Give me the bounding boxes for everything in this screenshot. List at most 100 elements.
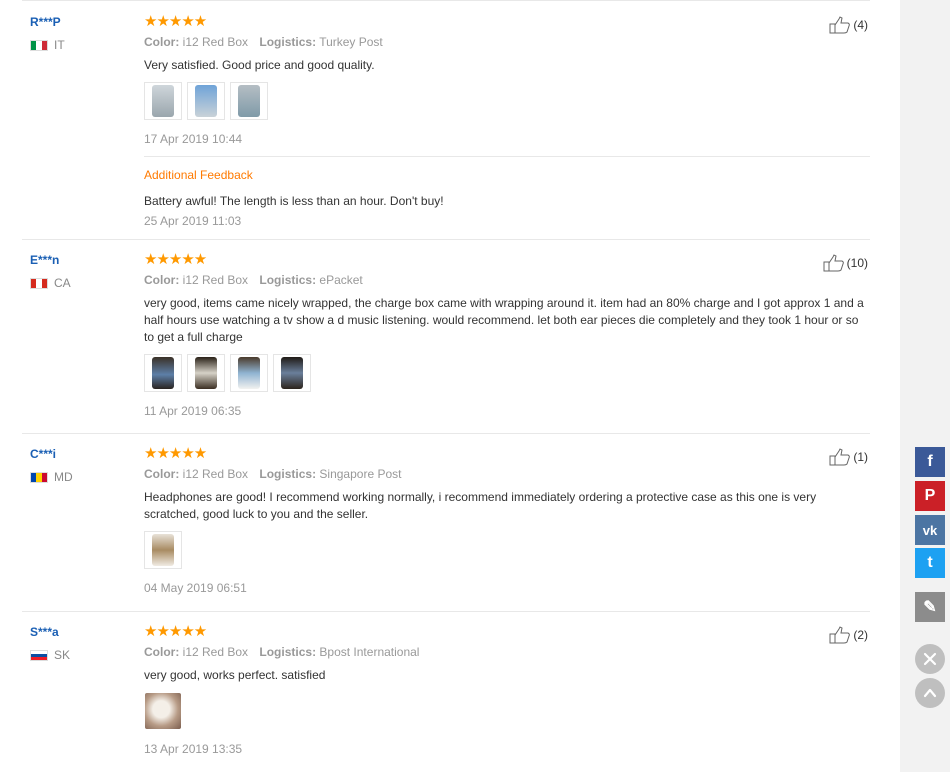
star-rating: ★★★★★ (144, 445, 207, 462)
color-value: i12 Red Box (182, 467, 249, 481)
star-rating: ★★★★★ (144, 13, 207, 30)
review-date: 13 Apr 2019 13:35 (144, 742, 243, 756)
reviewer-info: E***n CA (30, 252, 130, 290)
helpful-button[interactable]: (2) (829, 626, 868, 644)
review-text: Very satisfied. Good price and good qual… (144, 58, 375, 72)
flag-icon (30, 649, 48, 661)
reviewer-name[interactable]: R***P (30, 14, 130, 30)
twitter-icon: t (927, 554, 933, 571)
reviewer-country: SK (30, 648, 130, 662)
logistics-label: Logistics: (259, 35, 317, 49)
reviewer-name[interactable]: C***i (30, 446, 130, 462)
vk-icon: vk (922, 522, 938, 538)
pinterest-icon: P (924, 487, 936, 504)
scroll-top-button[interactable] (915, 678, 945, 708)
review-photo-thumbnail[interactable] (144, 82, 182, 120)
review-text: very good, works perfect. satisfied (144, 668, 326, 682)
vk-share-button[interactable]: vk (915, 515, 945, 545)
close-share-button[interactable] (915, 644, 945, 674)
review-photo-thumbnail[interactable] (144, 692, 182, 730)
color-value: i12 Red Box (182, 645, 249, 659)
logistics-value: Bpost International (319, 645, 420, 659)
facebook-icon: f (927, 453, 933, 470)
edit-icon: ✎ (923, 599, 937, 616)
review-content: ★★★★★ Color: i12 Red Box Logistics: Sing… (144, 446, 870, 595)
review-text: very good, items came nicely wrapped, th… (144, 296, 864, 344)
thumbs-up-icon (829, 626, 851, 644)
flag-icon (30, 471, 48, 483)
country-code: CA (54, 276, 71, 290)
thumbs-up-icon (829, 16, 851, 34)
reviewer-name[interactable]: S***a (30, 624, 130, 640)
divider (22, 433, 870, 434)
color-label: Color: (144, 467, 180, 481)
logistics-label: Logistics: (259, 273, 317, 287)
additional-feedback-date: 25 Apr 2019 11:03 (144, 214, 242, 228)
review-meta: Color: i12 Red Box Logistics: Turkey Pos… (144, 35, 870, 49)
review-photo-thumbnail[interactable] (187, 82, 225, 120)
review-meta: Color: i12 Red Box Logistics: ePacket (144, 273, 870, 287)
helpful-button[interactable]: (10) (823, 254, 868, 272)
star-rating: ★★★★★ (144, 623, 207, 640)
review-content: ★★★★★ Color: i12 Red Box Logistics: ePac… (144, 252, 870, 418)
review-photo-thumbnail[interactable] (144, 531, 182, 569)
edit-button[interactable]: ✎ (915, 592, 945, 622)
flag-icon (30, 39, 48, 51)
review-photo-thumbnail[interactable] (273, 354, 311, 392)
helpful-button[interactable]: (1) (829, 448, 868, 466)
logistics-label: Logistics: (259, 645, 317, 659)
reviewer-info: C***i MD (30, 446, 130, 484)
review-content: ★★★★★ Color: i12 Red Box Logistics: Bpos… (144, 624, 870, 756)
review-date: 04 May 2019 06:51 (144, 581, 247, 595)
reviewer-country: CA (30, 276, 130, 290)
review-meta: Color: i12 Red Box Logistics: Bpost Inte… (144, 645, 870, 659)
thumbs-up-icon (829, 448, 851, 466)
review-date: 17 Apr 2019 10:44 (144, 132, 243, 146)
additional-feedback-text: Battery awful! The length is less than a… (144, 194, 444, 208)
pinterest-share-button[interactable]: P (915, 481, 945, 511)
reviews-page: R***P IT ★★★★★ Color: i12 Red Box Logist… (0, 0, 900, 772)
country-code: MD (54, 470, 73, 484)
flag-icon (30, 277, 48, 289)
country-code: SK (54, 648, 71, 662)
helpful-button[interactable]: (4) (829, 16, 868, 34)
logistics-value: Singapore Post (319, 467, 402, 481)
review-photos (144, 531, 870, 569)
helpful-count: (4) (853, 18, 868, 32)
reviewer-name[interactable]: E***n (30, 252, 130, 268)
review-date: 11 Apr 2019 06:35 (144, 404, 242, 418)
twitter-share-button[interactable]: t (915, 548, 945, 578)
close-icon (923, 652, 937, 666)
color-value: i12 Red Box (182, 273, 249, 287)
helpful-count: (10) (846, 256, 868, 270)
review-photo-thumbnail[interactable] (187, 354, 225, 392)
review-photo-thumbnail[interactable] (144, 354, 182, 392)
color-label: Color: (144, 645, 180, 659)
review-meta: Color: i12 Red Box Logistics: Singapore … (144, 467, 870, 481)
reviewer-info: R***P IT (30, 14, 130, 52)
thumbs-up-icon (823, 254, 844, 272)
review-photos (144, 82, 870, 120)
additional-feedback: Additional Feedback Battery awful! The l… (144, 156, 870, 228)
review-photo-thumbnail[interactable] (230, 354, 268, 392)
reviewer-country: MD (30, 470, 130, 484)
chevron-up-icon (923, 688, 937, 698)
logistics-value: Turkey Post (319, 35, 383, 49)
divider (22, 239, 870, 240)
review-photos (144, 692, 870, 730)
color-label: Color: (144, 273, 180, 287)
star-rating: ★★★★★ (144, 251, 207, 268)
review-photo-thumbnail[interactable] (230, 82, 268, 120)
review-photos (144, 354, 870, 392)
logistics-label: Logistics: (259, 467, 317, 481)
reviewer-info: S***a SK (30, 624, 130, 662)
country-code: IT (54, 38, 65, 52)
divider (22, 611, 870, 612)
helpful-count: (1) (853, 450, 868, 464)
logistics-value: ePacket (319, 273, 363, 287)
color-label: Color: (144, 35, 180, 49)
reviewer-country: IT (30, 38, 130, 52)
facebook-share-button[interactable]: f (915, 447, 945, 477)
helpful-count: (2) (853, 628, 868, 642)
additional-feedback-heading: Additional Feedback (144, 168, 253, 182)
